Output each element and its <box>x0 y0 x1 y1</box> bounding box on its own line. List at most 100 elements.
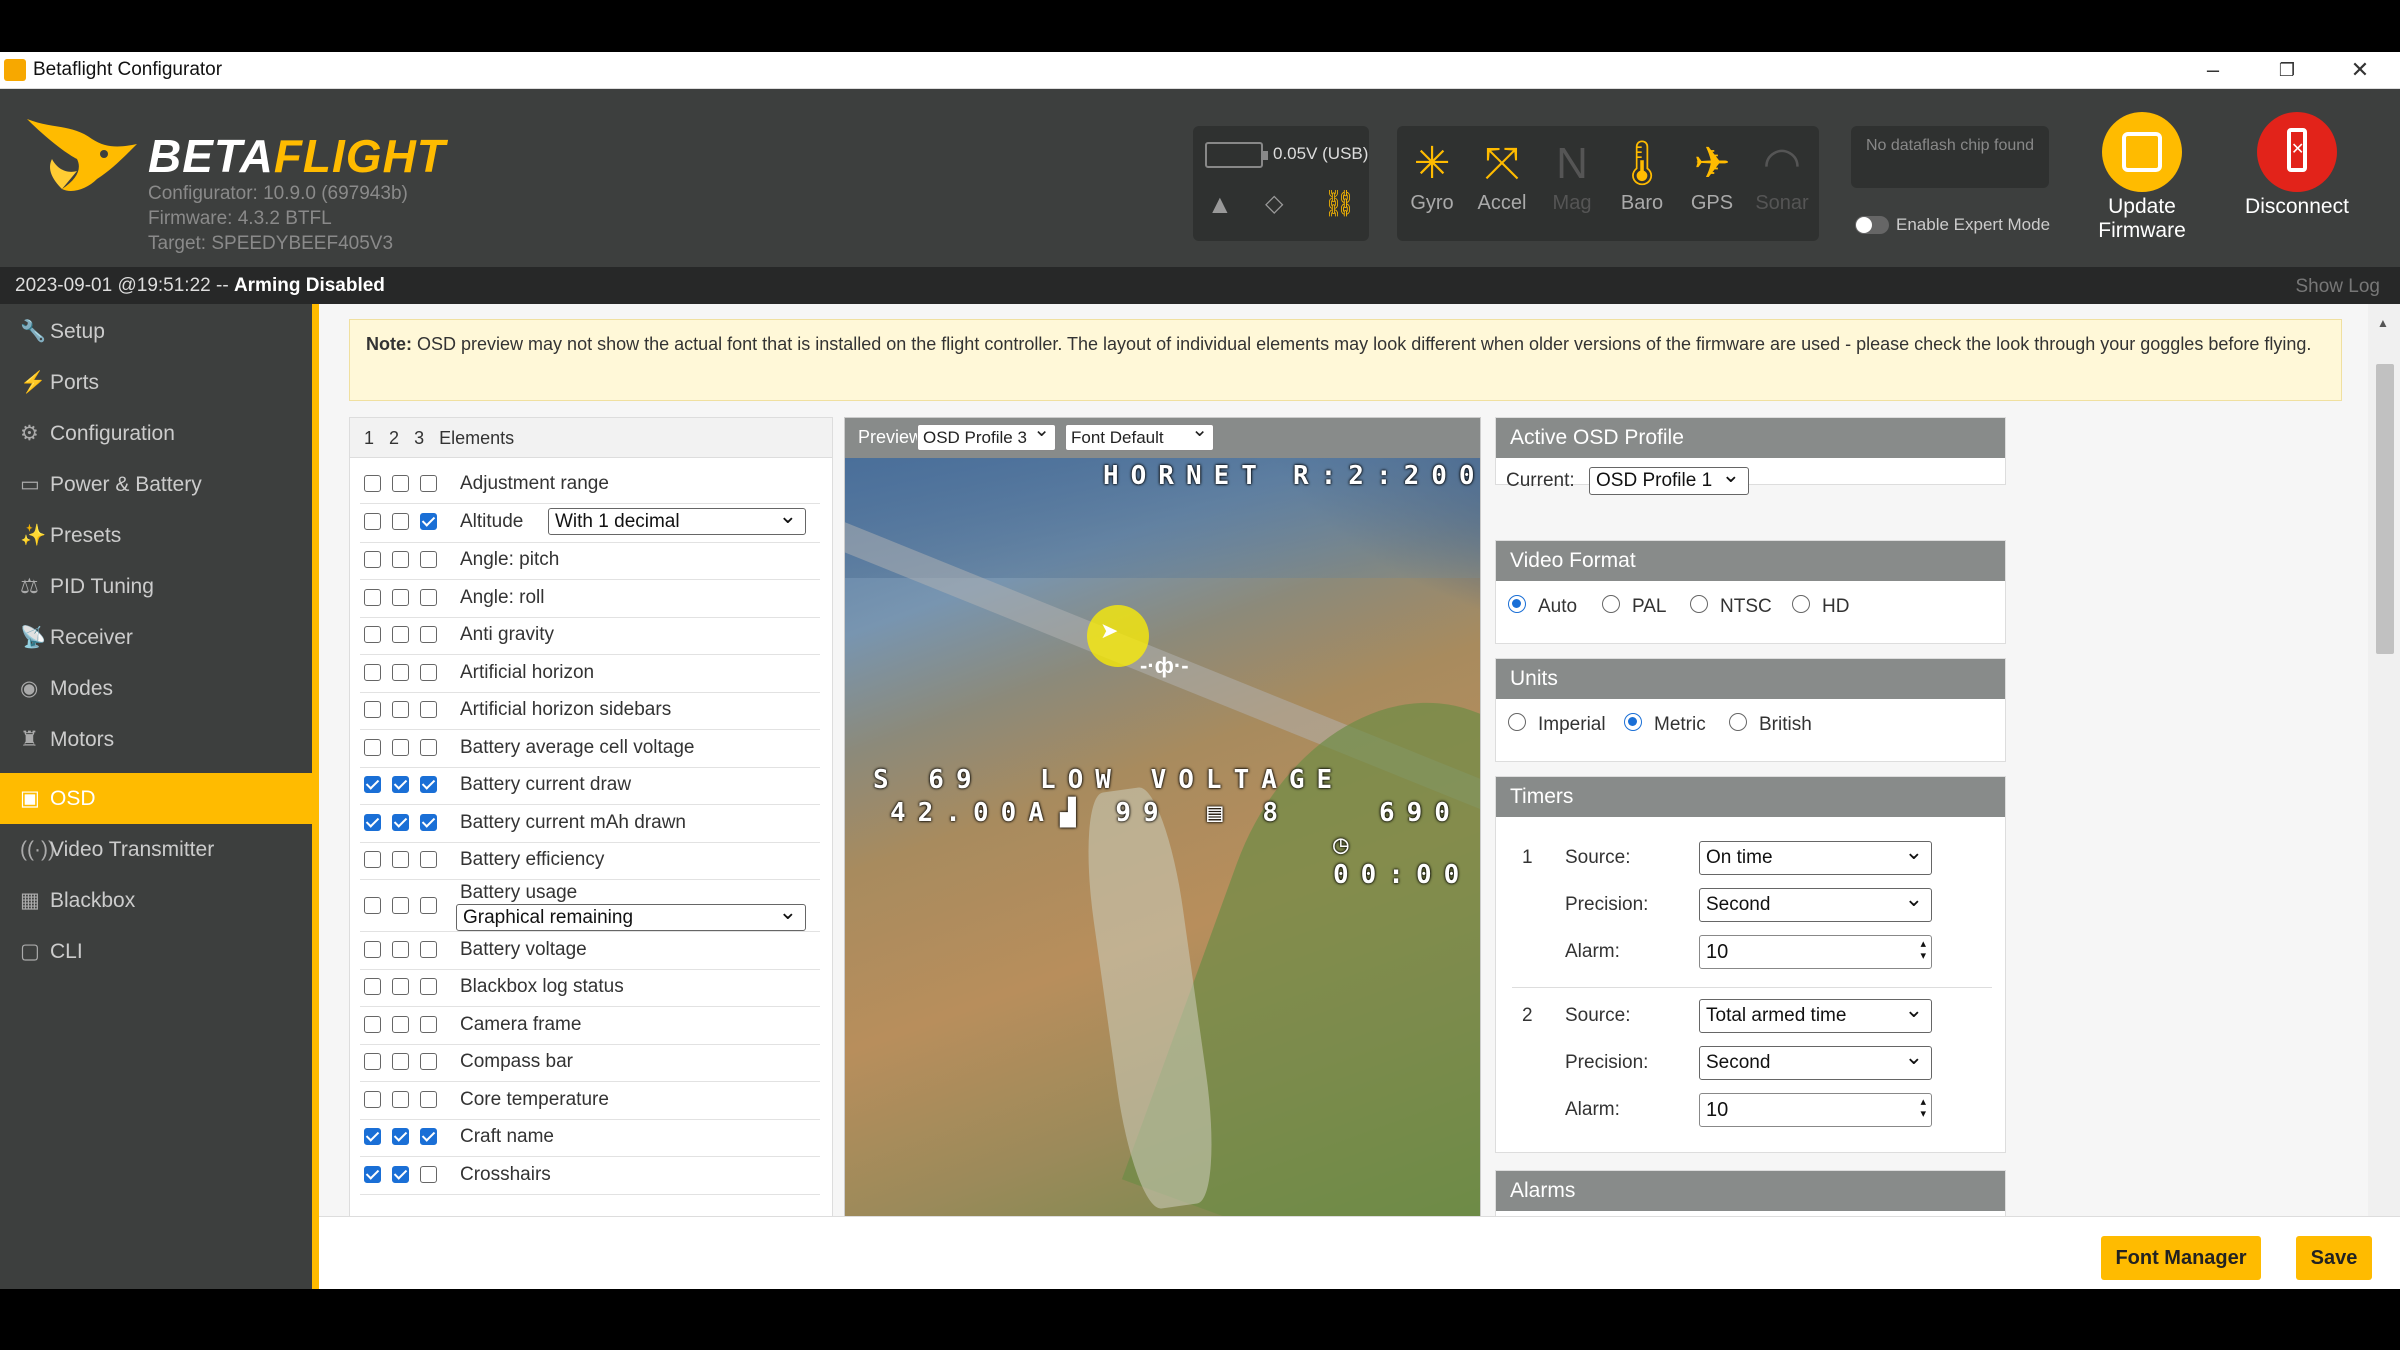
disconnect-button[interactable]: ✕ <box>2257 112 2337 192</box>
video-format-auto-radio[interactable] <box>1508 595 1526 613</box>
element-variant-select[interactable]: With 1 decimal <box>548 503 806 535</box>
element-profile-2-checkbox[interactable] <box>392 588 409 606</box>
element-profile-1-checkbox[interactable] <box>364 1015 381 1033</box>
content-scrollbar[interactable]: ▲ <box>2368 304 2400 1216</box>
element-profile-1-checkbox[interactable] <box>364 588 381 606</box>
element-profile-1-checkbox[interactable] <box>364 851 381 869</box>
sidebar-item-configuration[interactable]: ⚙ Configuration <box>0 408 312 459</box>
sidebar-item-blackbox[interactable]: ▦ Blackbox <box>0 875 312 926</box>
close-icon[interactable]: ✕ <box>2335 56 2385 84</box>
element-profile-1-checkbox[interactable] <box>364 1053 381 1071</box>
element-profile-1-checkbox[interactable] <box>364 551 381 569</box>
sidebar-item-pid-tuning[interactable]: ⚖ PID Tuning <box>0 561 312 612</box>
units-imperial-radio[interactable] <box>1508 713 1526 731</box>
element-profile-3-checkbox[interactable] <box>420 1090 437 1108</box>
element-profile-1-checkbox[interactable] <box>364 663 381 681</box>
font-manager-button[interactable]: Font Manager <box>2101 1236 2261 1280</box>
element-profile-3-checkbox[interactable] <box>420 813 437 831</box>
element-profile-3-checkbox[interactable] <box>420 663 437 681</box>
element-profile-3-checkbox[interactable] <box>420 897 437 914</box>
element-profile-2-checkbox[interactable] <box>392 897 409 914</box>
element-profile-3-checkbox[interactable] <box>420 513 437 530</box>
restore-icon[interactable]: ❐ <box>2262 56 2312 84</box>
timer-1-alarm-input[interactable]: 10 <box>1699 935 1932 969</box>
save-button[interactable]: Save <box>2296 1236 2372 1280</box>
element-profile-2-checkbox[interactable] <box>392 813 409 831</box>
element-profile-1-checkbox[interactable] <box>364 1165 381 1183</box>
element-profile-3-checkbox[interactable] <box>420 1053 437 1071</box>
element-profile-2-checkbox[interactable] <box>392 1128 409 1146</box>
element-profile-2-checkbox[interactable] <box>392 776 409 794</box>
timer-2-source-select[interactable]: Total armed time <box>1699 994 1932 1033</box>
element-profile-1-checkbox[interactable] <box>364 626 381 644</box>
element-profile-1-checkbox[interactable] <box>364 738 381 756</box>
element-profile-1-checkbox[interactable] <box>364 474 381 492</box>
element-profile-1-checkbox[interactable] <box>364 813 381 831</box>
element-profile-1-checkbox[interactable] <box>364 897 381 914</box>
element-profile-2-checkbox[interactable] <box>392 851 409 869</box>
timer-1-precision-select[interactable]: Second <box>1699 883 1932 922</box>
element-profile-2-checkbox[interactable] <box>392 978 409 996</box>
sidebar-item-power-battery[interactable]: ▭ Power & Battery <box>0 459 312 510</box>
element-profile-2-checkbox[interactable] <box>392 738 409 756</box>
profile-tab-2[interactable]: 2 <box>389 428 399 448</box>
element-profile-2-checkbox[interactable] <box>392 1015 409 1033</box>
scroll-up-icon[interactable]: ▲ <box>2377 316 2389 330</box>
element-profile-2-checkbox[interactable] <box>392 474 409 492</box>
units-british-radio[interactable] <box>1729 713 1747 731</box>
element-profile-3-checkbox[interactable] <box>420 940 437 958</box>
element-profile-1-checkbox[interactable] <box>364 776 381 794</box>
sidebar-item-video-transmitter[interactable]: ((·))Video Transmitter <box>0 824 312 875</box>
sidebar-item-presets[interactable]: ✨ Presets <box>0 510 312 561</box>
element-profile-3-checkbox[interactable] <box>420 851 437 869</box>
units-metric-radio[interactable] <box>1624 713 1642 731</box>
element-profile-2-checkbox[interactable] <box>392 1090 409 1108</box>
timer-2-precision-select[interactable]: Second <box>1699 1041 1932 1080</box>
video-format-pal-radio[interactable] <box>1602 595 1620 613</box>
sidebar-item-setup[interactable]: 🔧 Setup <box>0 306 312 357</box>
element-profile-3-checkbox[interactable] <box>420 738 437 756</box>
element-profile-2-checkbox[interactable] <box>392 1053 409 1071</box>
element-profile-3-checkbox[interactable] <box>420 1015 437 1033</box>
element-profile-2-checkbox[interactable] <box>392 513 409 530</box>
profile-tab-3[interactable]: 3 <box>414 428 424 448</box>
timer-2-alarm-input[interactable]: 10 <box>1699 1093 1932 1127</box>
element-profile-2-checkbox[interactable] <box>392 626 409 644</box>
element-profile-2-checkbox[interactable] <box>392 551 409 569</box>
element-profile-1-checkbox[interactable] <box>364 978 381 996</box>
element-profile-3-checkbox[interactable] <box>420 626 437 644</box>
update-firmware-button[interactable] <box>2102 112 2182 192</box>
element-profile-2-checkbox[interactable] <box>392 663 409 681</box>
element-profile-3-checkbox[interactable] <box>420 701 437 719</box>
element-profile-3-checkbox[interactable] <box>420 1128 437 1146</box>
profile-tab-1[interactable]: 1 <box>364 428 374 448</box>
element-profile-1-checkbox[interactable] <box>364 1090 381 1108</box>
element-profile-3-checkbox[interactable] <box>420 776 437 794</box>
sidebar-item-receiver[interactable]: 📡 Receiver <box>0 612 312 663</box>
sidebar-item-modes[interactable]: ◉ Modes <box>0 663 312 714</box>
element-profile-2-checkbox[interactable] <box>392 940 409 958</box>
show-log-link[interactable]: Show Log <box>2295 276 2380 298</box>
element-profile-1-checkbox[interactable] <box>364 1128 381 1146</box>
element-profile-1-checkbox[interactable] <box>364 940 381 958</box>
expert-mode-toggle[interactable] <box>1855 216 1889 234</box>
scrollbar-thumb[interactable] <box>2376 364 2394 654</box>
element-profile-2-checkbox[interactable] <box>392 1165 409 1183</box>
video-format-ntsc-radio[interactable] <box>1690 595 1708 613</box>
element-profile-3-checkbox[interactable] <box>420 1165 437 1183</box>
element-profile-3-checkbox[interactable] <box>420 474 437 492</box>
element-profile-3-checkbox[interactable] <box>420 551 437 569</box>
sidebar-item-motors[interactable]: ♜ Motors <box>0 714 312 765</box>
element-profile-1-checkbox[interactable] <box>364 513 381 530</box>
element-variant-select[interactable]: Graphical remaining <box>456 899 806 931</box>
element-profile-1-checkbox[interactable] <box>364 701 381 719</box>
minimize-icon[interactable]: – <box>2188 56 2238 84</box>
sidebar-item-osd[interactable]: ▣ OSD <box>0 773 312 824</box>
element-profile-2-checkbox[interactable] <box>392 701 409 719</box>
current-profile-select[interactable]: OSD Profile 1 <box>1589 462 1749 495</box>
preview-profile-select[interactable]: OSD Profile 3 <box>917 418 1056 451</box>
sidebar-item-cli[interactable]: ▢ CLI <box>0 926 312 977</box>
element-profile-3-checkbox[interactable] <box>420 588 437 606</box>
font-select[interactable]: Font Default <box>1065 418 1214 451</box>
timer-1-source-select[interactable]: On time <box>1699 836 1932 875</box>
